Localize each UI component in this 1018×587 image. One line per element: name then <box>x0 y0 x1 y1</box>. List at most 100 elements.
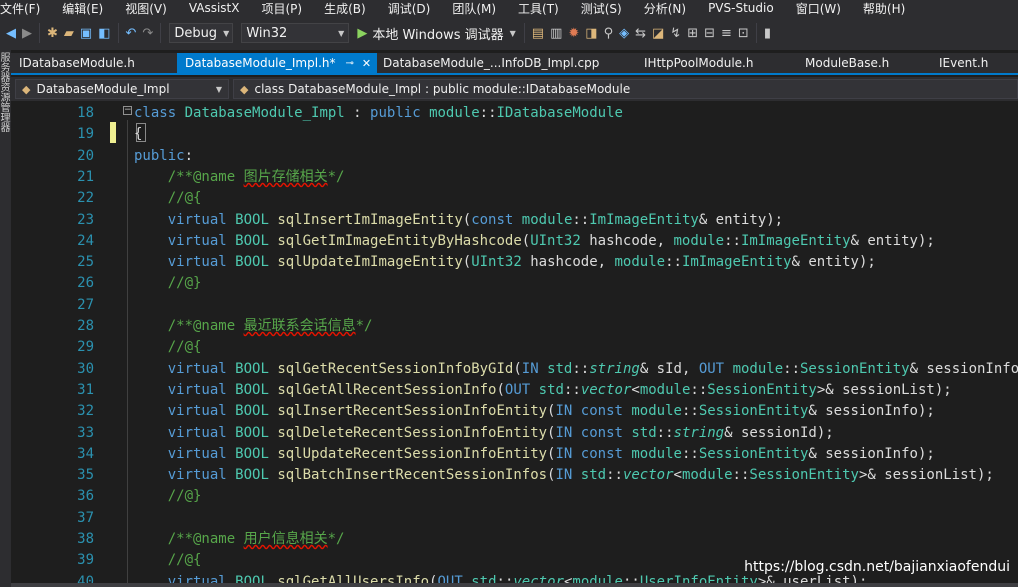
toolbar-separator <box>160 23 162 43</box>
code-text: virtual BOOL sqlGetRecentSessionInfoByGI… <box>167 360 1018 377</box>
save-icon[interactable]: ▣ <box>80 26 92 41</box>
chevron-down-icon: ▼ <box>223 28 230 38</box>
menu-item[interactable]: 团队(M) <box>452 0 504 16</box>
horizontal-scrollbar[interactable] <box>11 583 1018 587</box>
tool-icon[interactable]: ▤ <box>532 26 544 41</box>
member-dropdown[interactable]: ◆ class DatabaseModule_Impl : public mod… <box>233 79 1018 99</box>
line-number: 26 <box>77 275 94 292</box>
save-all-icon[interactable]: ◧ <box>98 26 110 41</box>
code-line[interactable]: 37 <box>11 508 1018 529</box>
code-line[interactable]: 27 <box>11 295 1018 316</box>
code-text: //@} <box>167 488 202 505</box>
chevron-down-icon: ▼ <box>215 84 222 94</box>
tab-ievent-h[interactable]: IEvent.h <box>931 53 1018 73</box>
scope-value: DatabaseModule_Impl <box>36 82 170 96</box>
toolbar-separator <box>523 23 525 43</box>
close-icon[interactable]: ✕ <box>362 57 371 70</box>
code-line[interactable]: 20 public: <box>11 146 1018 167</box>
menu-item[interactable]: 编辑(E) <box>62 0 111 16</box>
new-project-icon[interactable]: ✱ <box>47 26 58 41</box>
undo-icon[interactable]: ↶ <box>126 26 137 41</box>
line-number: 37 <box>77 509 94 526</box>
tool-icon[interactable]: ↯ <box>670 26 681 41</box>
menu-item[interactable]: 生成(B) <box>324 0 374 16</box>
pin-icon[interactable]: ⊸ <box>346 58 354 69</box>
code-text: /**@name 用户信息相关*/ <box>167 531 345 547</box>
code-line[interactable]: 35 virtual BOOL sqlBatchInsertRecentSess… <box>11 465 1018 486</box>
line-number: 27 <box>77 296 94 313</box>
open-file-icon[interactable]: ▰ <box>64 26 74 41</box>
server-explorer-tab[interactable]: 服务器资源管理器 <box>0 52 11 132</box>
tab-idatabasemodule-h[interactable]: IDatabaseModule.h <box>11 53 177 73</box>
code-line[interactable]: 36 //@} <box>11 486 1018 507</box>
tab-label: IEvent.h <box>939 56 989 70</box>
line-number: 39 <box>77 552 94 569</box>
menu-item[interactable]: 项目(P) <box>261 0 310 16</box>
tab-label: ModuleBase.h <box>805 56 890 70</box>
menu-item[interactable]: 工具(T) <box>518 0 567 16</box>
bookmark-icon[interactable]: ▮ <box>764 26 771 41</box>
line-number: 30 <box>77 360 94 377</box>
config-dropdown[interactable]: Debug ▼ <box>169 23 234 43</box>
tool-icon[interactable]: ▥ <box>550 26 562 41</box>
code-line[interactable]: 19 { <box>11 124 1018 145</box>
code-line[interactable]: 18 class DatabaseModule_Impl : public mod… <box>11 103 1018 124</box>
member-value: class DatabaseModule_Impl : public modul… <box>254 82 631 96</box>
code-line[interactable]: 25 virtual BOOL sqlUpdateImImageEntity(U… <box>11 252 1018 273</box>
menu-item[interactable]: 分析(N) <box>644 0 694 16</box>
code-line[interactable]: 26 //@} <box>11 273 1018 294</box>
tab-modulebase-h[interactable]: ModuleBase.h <box>797 53 931 73</box>
code-line[interactable]: 21 /**@name 图片存储相关*/ <box>11 167 1018 188</box>
run-debugger-button[interactable]: ▶ 本地 Windows 调试器 ▼ <box>357 24 515 43</box>
tool-icon[interactable]: ≡ <box>721 26 732 41</box>
menu-item[interactable]: 调试(D) <box>388 0 439 16</box>
code-line[interactable]: 22 //@{ <box>11 188 1018 209</box>
menu-item[interactable]: 文件(F) <box>0 0 48 16</box>
code-text: //@{ <box>167 190 202 207</box>
line-number: 22 <box>77 190 94 207</box>
toolbar-separator <box>755 23 757 43</box>
scope-dropdown[interactable]: ◆ DatabaseModule_Impl ▼ <box>15 79 229 99</box>
platform-dropdown[interactable]: Win32 ▼ <box>241 23 350 43</box>
code-line[interactable]: 31 virtual BOOL sqlGetAllRecentSessionIn… <box>11 380 1018 401</box>
tab-databasemodule-impl-h[interactable]: DatabaseModule_Impl.h* ⊸ ✕ <box>177 53 377 73</box>
redo-icon[interactable]: ↷ <box>142 26 153 41</box>
menu-item[interactable]: 帮助(H) <box>863 0 913 16</box>
code-text: { <box>134 126 143 143</box>
tab-label: IHttpPoolModule.h <box>644 56 754 70</box>
tool-icon[interactable]: ◨ <box>585 26 597 41</box>
code-line[interactable]: 38 /**@name 用户信息相关*/ <box>11 529 1018 550</box>
tool-icon[interactable]: ◈ <box>619 26 629 41</box>
watermark: https://blog.csdn.net/bajianxiaofendui <box>744 559 1010 575</box>
play-icon: ▶ <box>357 25 368 41</box>
line-number: 29 <box>77 339 94 356</box>
back-icon[interactable]: ◀ <box>6 26 16 41</box>
menu-item[interactable]: VAssistX <box>189 1 248 15</box>
tool-icon[interactable]: ⊞ <box>687 26 698 41</box>
code-line[interactable]: 23 virtual BOOL sqlInsertImImageEntity(c… <box>11 210 1018 231</box>
code-line[interactable]: 34 virtual BOOL sqlUpdateRecentSessionIn… <box>11 444 1018 465</box>
find-icon[interactable]: ⚲ <box>604 26 614 41</box>
menu-item[interactable]: 视图(V) <box>125 0 175 16</box>
menu-item[interactable]: PVS-Studio <box>708 1 782 15</box>
code-line[interactable]: 28 /**@name 最近联系会话信息*/ <box>11 316 1018 337</box>
tab-databasemodule-infodb-impl-cpp[interactable]: DatabaseModule_...InfoDB_Impl.cpp <box>375 53 637 73</box>
tab-ihttppoolmodule-h[interactable]: IHttpPoolModule.h <box>636 53 798 73</box>
forward-icon[interactable]: ▶ <box>22 26 32 41</box>
line-number: 35 <box>77 467 94 484</box>
code-line[interactable]: 33 virtual BOOL sqlDeleteRecentSessionIn… <box>11 423 1018 444</box>
tool-icon[interactable]: ✹ <box>568 26 579 41</box>
tool-icon[interactable]: ◪ <box>652 26 664 41</box>
code-line[interactable]: 24 virtual BOOL sqlGetImImageEntityByHas… <box>11 231 1018 252</box>
code-line[interactable]: 30 virtual BOOL sqlGetRecentSessionInfoB… <box>11 359 1018 380</box>
code-line[interactable]: 29 //@{ <box>11 337 1018 358</box>
code-editor[interactable]: − 18 class DatabaseModule_Impl : public m… <box>11 101 1018 587</box>
tool-icon[interactable]: ⊟ <box>704 26 715 41</box>
menu-item[interactable]: 测试(S) <box>581 0 630 16</box>
navigation-bar: ◆ DatabaseModule_Impl ▼ ◆ class Database… <box>11 77 1018 101</box>
tool-icon[interactable]: ⇆ <box>635 26 646 41</box>
toolbar-separator <box>39 23 40 43</box>
code-line[interactable]: 32 virtual BOOL sqlInsertRecentSessionIn… <box>11 401 1018 422</box>
menu-item[interactable]: 窗口(W) <box>796 0 849 16</box>
tool-icon[interactable]: ⊡ <box>738 26 749 41</box>
